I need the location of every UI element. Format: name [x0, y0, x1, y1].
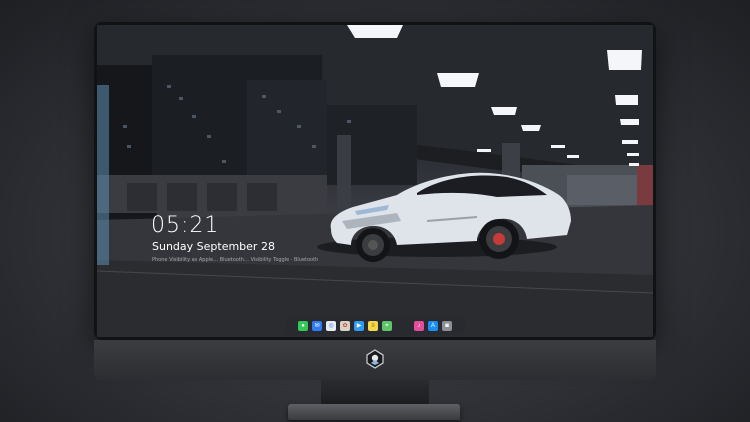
brand-logo-icon: [366, 349, 384, 369]
wallpaper-parking-garage: [97, 25, 653, 337]
messages-icon[interactable]: ●: [298, 321, 308, 331]
safari-icon[interactable]: ◎: [326, 321, 336, 331]
maps-icon[interactable]: ⌖: [382, 321, 392, 331]
mail-icon[interactable]: ✉: [312, 321, 322, 331]
app-store-icon[interactable]: A: [428, 321, 438, 331]
notes-icon[interactable]: ≡: [368, 321, 378, 331]
desktop-screen: 05:21 Sunday September 28 Phone Visibili…: [97, 25, 653, 337]
music-icon[interactable]: ♪: [414, 321, 424, 331]
camera-icon[interactable]: ◙: [442, 321, 452, 331]
lockscreen-clock: 05:21: [151, 213, 220, 238]
clapper-icon[interactable]: ▶: [354, 321, 364, 331]
monitor-stand-neck: [321, 380, 429, 406]
lockscreen-date: Sunday September 28: [152, 240, 275, 253]
monitor-stand-base: [288, 404, 460, 420]
monitor-chin: [94, 340, 656, 380]
dock: ● ✉ ◎ ✿ ▶ ≡ ⌖ ♪ A ◙: [285, 317, 465, 335]
photos-icon[interactable]: ✿: [340, 321, 350, 331]
lockscreen-subtitle: Phone Visibility as Apple… Bluetooth… Vi…: [152, 257, 319, 263]
